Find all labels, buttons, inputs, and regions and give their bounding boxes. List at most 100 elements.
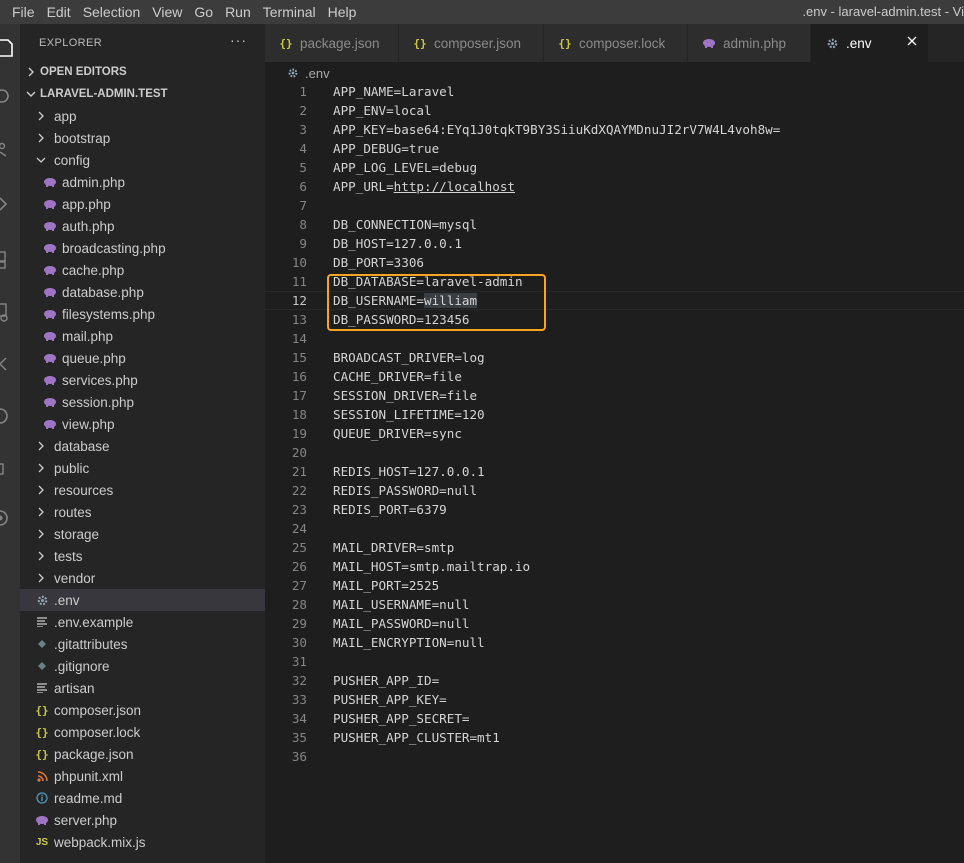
docker-activity-icon[interactable] bbox=[0, 448, 20, 488]
file-item-gitignore[interactable]: .gitignore bbox=[20, 655, 265, 677]
code-line[interactable]: 28 MAIL_USERNAME=null bbox=[265, 595, 964, 614]
code-line[interactable]: 29 MAIL_PASSWORD=null bbox=[265, 614, 964, 633]
code-line[interactable]: 24 bbox=[265, 519, 964, 538]
menu-selection[interactable]: Selection bbox=[77, 0, 147, 24]
extensions-activity-icon[interactable] bbox=[0, 238, 20, 278]
code-line[interactable]: 9 DB_HOST=127.0.0.1 bbox=[265, 234, 964, 253]
folder-item-public[interactable]: public bbox=[20, 457, 265, 479]
breadcrumb-file[interactable]: .env bbox=[305, 66, 330, 81]
code-line[interactable]: 13 DB_PASSWORD=123456 bbox=[265, 310, 964, 329]
code-editor[interactable]: 1 APP_NAME=Laravel 2 APP_ENV=local 3 APP_KEY=… bbox=[265, 82, 964, 863]
url-link[interactable]: http://localhost bbox=[394, 179, 515, 194]
code-line[interactable]: 6 APP_URL=http://localhost bbox=[265, 177, 964, 196]
tab-composer-json[interactable]: {} composer.json bbox=[399, 24, 544, 62]
file-item-broadcasting-php[interactable]: broadcasting.php bbox=[20, 237, 265, 259]
code-line[interactable]: 8 DB_CONNECTION=mysql bbox=[265, 215, 964, 234]
file-item-cache-php[interactable]: cache.php bbox=[20, 259, 265, 281]
file-item-package-json[interactable]: {} package.json bbox=[20, 743, 265, 765]
file-item-mail-php[interactable]: mail.php bbox=[20, 325, 265, 347]
code-line[interactable]: 21 REDIS_HOST=127.0.0.1 bbox=[265, 462, 964, 481]
search-activity-icon[interactable] bbox=[0, 78, 20, 118]
file-item-database-php[interactable]: database.php bbox=[20, 281, 265, 303]
folder-item-resources[interactable]: resources bbox=[20, 479, 265, 501]
code-line[interactable]: 15 BROADCAST_DRIVER=log bbox=[265, 348, 964, 367]
testing-activity-icon[interactable] bbox=[0, 344, 20, 384]
tab-env[interactable]: .env bbox=[811, 24, 929, 62]
file-item-webpack-mix-js[interactable]: JS webpack.mix.js bbox=[20, 831, 265, 853]
folder-item-routes[interactable]: routes bbox=[20, 501, 265, 523]
project-section[interactable]: LARAVEL-ADMIN.TEST bbox=[20, 83, 265, 105]
file-item-app-php[interactable]: app.php bbox=[20, 193, 265, 215]
code-line[interactable]: 34 PUSHER_APP_SECRET= bbox=[265, 709, 964, 728]
github-activity-icon[interactable] bbox=[0, 498, 20, 538]
run-debug-activity-icon[interactable] bbox=[0, 184, 20, 224]
code-line[interactable]: 2 APP_ENV=local bbox=[265, 101, 964, 120]
code-line[interactable]: 33 PUSHER_APP_KEY= bbox=[265, 690, 964, 709]
code-line[interactable]: 14 bbox=[265, 329, 964, 348]
code-line[interactable]: 36 bbox=[265, 747, 964, 766]
file-item-readme-md[interactable]: readme.md bbox=[20, 787, 265, 809]
code-line[interactable]: 25 MAIL_DRIVER=smtp bbox=[265, 538, 964, 557]
explorer-activity-icon[interactable] bbox=[0, 28, 20, 68]
menu-help[interactable]: Help bbox=[322, 0, 363, 24]
file-item-composer-json[interactable]: {} composer.json bbox=[20, 699, 265, 721]
code-line[interactable]: 23 REDIS_PORT=6379 bbox=[265, 500, 964, 519]
menu-run[interactable]: Run bbox=[219, 0, 257, 24]
code-line[interactable]: 12 DB_USERNAME=william bbox=[265, 291, 964, 310]
folder-item-storage[interactable]: storage bbox=[20, 523, 265, 545]
file-item-view-php[interactable]: view.php bbox=[20, 413, 265, 435]
code-line[interactable]: 10 DB_PORT=3306 bbox=[265, 253, 964, 272]
folder-item-app[interactable]: app bbox=[20, 105, 265, 127]
source-control-activity-icon[interactable] bbox=[0, 130, 20, 170]
code-line[interactable]: 7 bbox=[265, 196, 964, 215]
file-item-services-php[interactable]: services.php bbox=[20, 369, 265, 391]
code-line[interactable]: 32 PUSHER_APP_ID= bbox=[265, 671, 964, 690]
menu-view[interactable]: View bbox=[146, 0, 188, 24]
folder-item-tests[interactable]: tests bbox=[20, 545, 265, 567]
code-line[interactable]: 20 bbox=[265, 443, 964, 462]
code-line[interactable]: 27 MAIL_PORT=2525 bbox=[265, 576, 964, 595]
code-line[interactable]: 5 APP_LOG_LEVEL=debug bbox=[265, 158, 964, 177]
file-item-filesystems-php[interactable]: filesystems.php bbox=[20, 303, 265, 325]
close-icon[interactable] bbox=[906, 35, 918, 50]
code-line[interactable]: 17 SESSION_DRIVER=file bbox=[265, 386, 964, 405]
tab-package-json[interactable]: {} package.json bbox=[265, 24, 399, 62]
code-line[interactable]: 4 APP_DEBUG=true bbox=[265, 139, 964, 158]
code-line[interactable]: 26 MAIL_HOST=smtp.mailtrap.io bbox=[265, 557, 964, 576]
file-item-env-example[interactable]: .env.example bbox=[20, 611, 265, 633]
folder-item-bootstrap[interactable]: bootstrap bbox=[20, 127, 265, 149]
file-item-gitattributes[interactable]: .gitattributes bbox=[20, 633, 265, 655]
code-line[interactable]: 16 CACHE_DRIVER=file bbox=[265, 367, 964, 386]
menu-terminal[interactable]: Terminal bbox=[257, 0, 322, 24]
more-actions-button[interactable]: ··· bbox=[230, 32, 247, 48]
file-item-phpunit-xml[interactable]: phpunit.xml bbox=[20, 765, 265, 787]
remote-explorer-activity-icon[interactable] bbox=[0, 292, 20, 332]
file-item-queue-php[interactable]: queue.php bbox=[20, 347, 265, 369]
open-editors-section[interactable]: OPEN EDITORS bbox=[20, 61, 265, 83]
code-line[interactable]: 31 bbox=[265, 652, 964, 671]
file-item-server-php[interactable]: server.php bbox=[20, 809, 265, 831]
file-item-artisan[interactable]: artisan bbox=[20, 677, 265, 699]
code-line[interactable]: 11 DB_DATABASE=laravel-admin bbox=[265, 272, 964, 291]
file-item-composer-lock[interactable]: {} composer.lock bbox=[20, 721, 265, 743]
code-line[interactable]: 1 APP_NAME=Laravel bbox=[265, 82, 964, 101]
code-line[interactable]: 3 APP_KEY=base64:EYq1J0tqkT9BY3SiiuKdXQAY… bbox=[265, 120, 964, 139]
code-line[interactable]: 18 SESSION_LIFETIME=120 bbox=[265, 405, 964, 424]
menu-go[interactable]: Go bbox=[188, 0, 219, 24]
file-item-session-php[interactable]: session.php bbox=[20, 391, 265, 413]
menu-file[interactable]: File bbox=[0, 0, 41, 24]
tab-composer-lock[interactable]: {} composer.lock bbox=[544, 24, 688, 62]
menu-edit[interactable]: Edit bbox=[41, 0, 77, 24]
timeline-activity-icon[interactable] bbox=[0, 396, 20, 436]
code-line[interactable]: 19 QUEUE_DRIVER=sync bbox=[265, 424, 964, 443]
file-item-auth-php[interactable]: auth.php bbox=[20, 215, 265, 237]
folder-item-config[interactable]: config bbox=[20, 149, 265, 171]
code-line[interactable]: 30 MAIL_ENCRYPTION=null bbox=[265, 633, 964, 652]
file-item-env[interactable]: .env bbox=[20, 589, 265, 611]
folder-item-database[interactable]: database bbox=[20, 435, 265, 457]
code-line[interactable]: 22 REDIS_PASSWORD=null bbox=[265, 481, 964, 500]
folder-item-vendor[interactable]: vendor bbox=[20, 567, 265, 589]
tab-admin-php[interactable]: admin.php bbox=[688, 24, 811, 62]
code-line[interactable]: 35 PUSHER_APP_CLUSTER=mt1 bbox=[265, 728, 964, 747]
file-item-admin-php[interactable]: admin.php bbox=[20, 171, 265, 193]
